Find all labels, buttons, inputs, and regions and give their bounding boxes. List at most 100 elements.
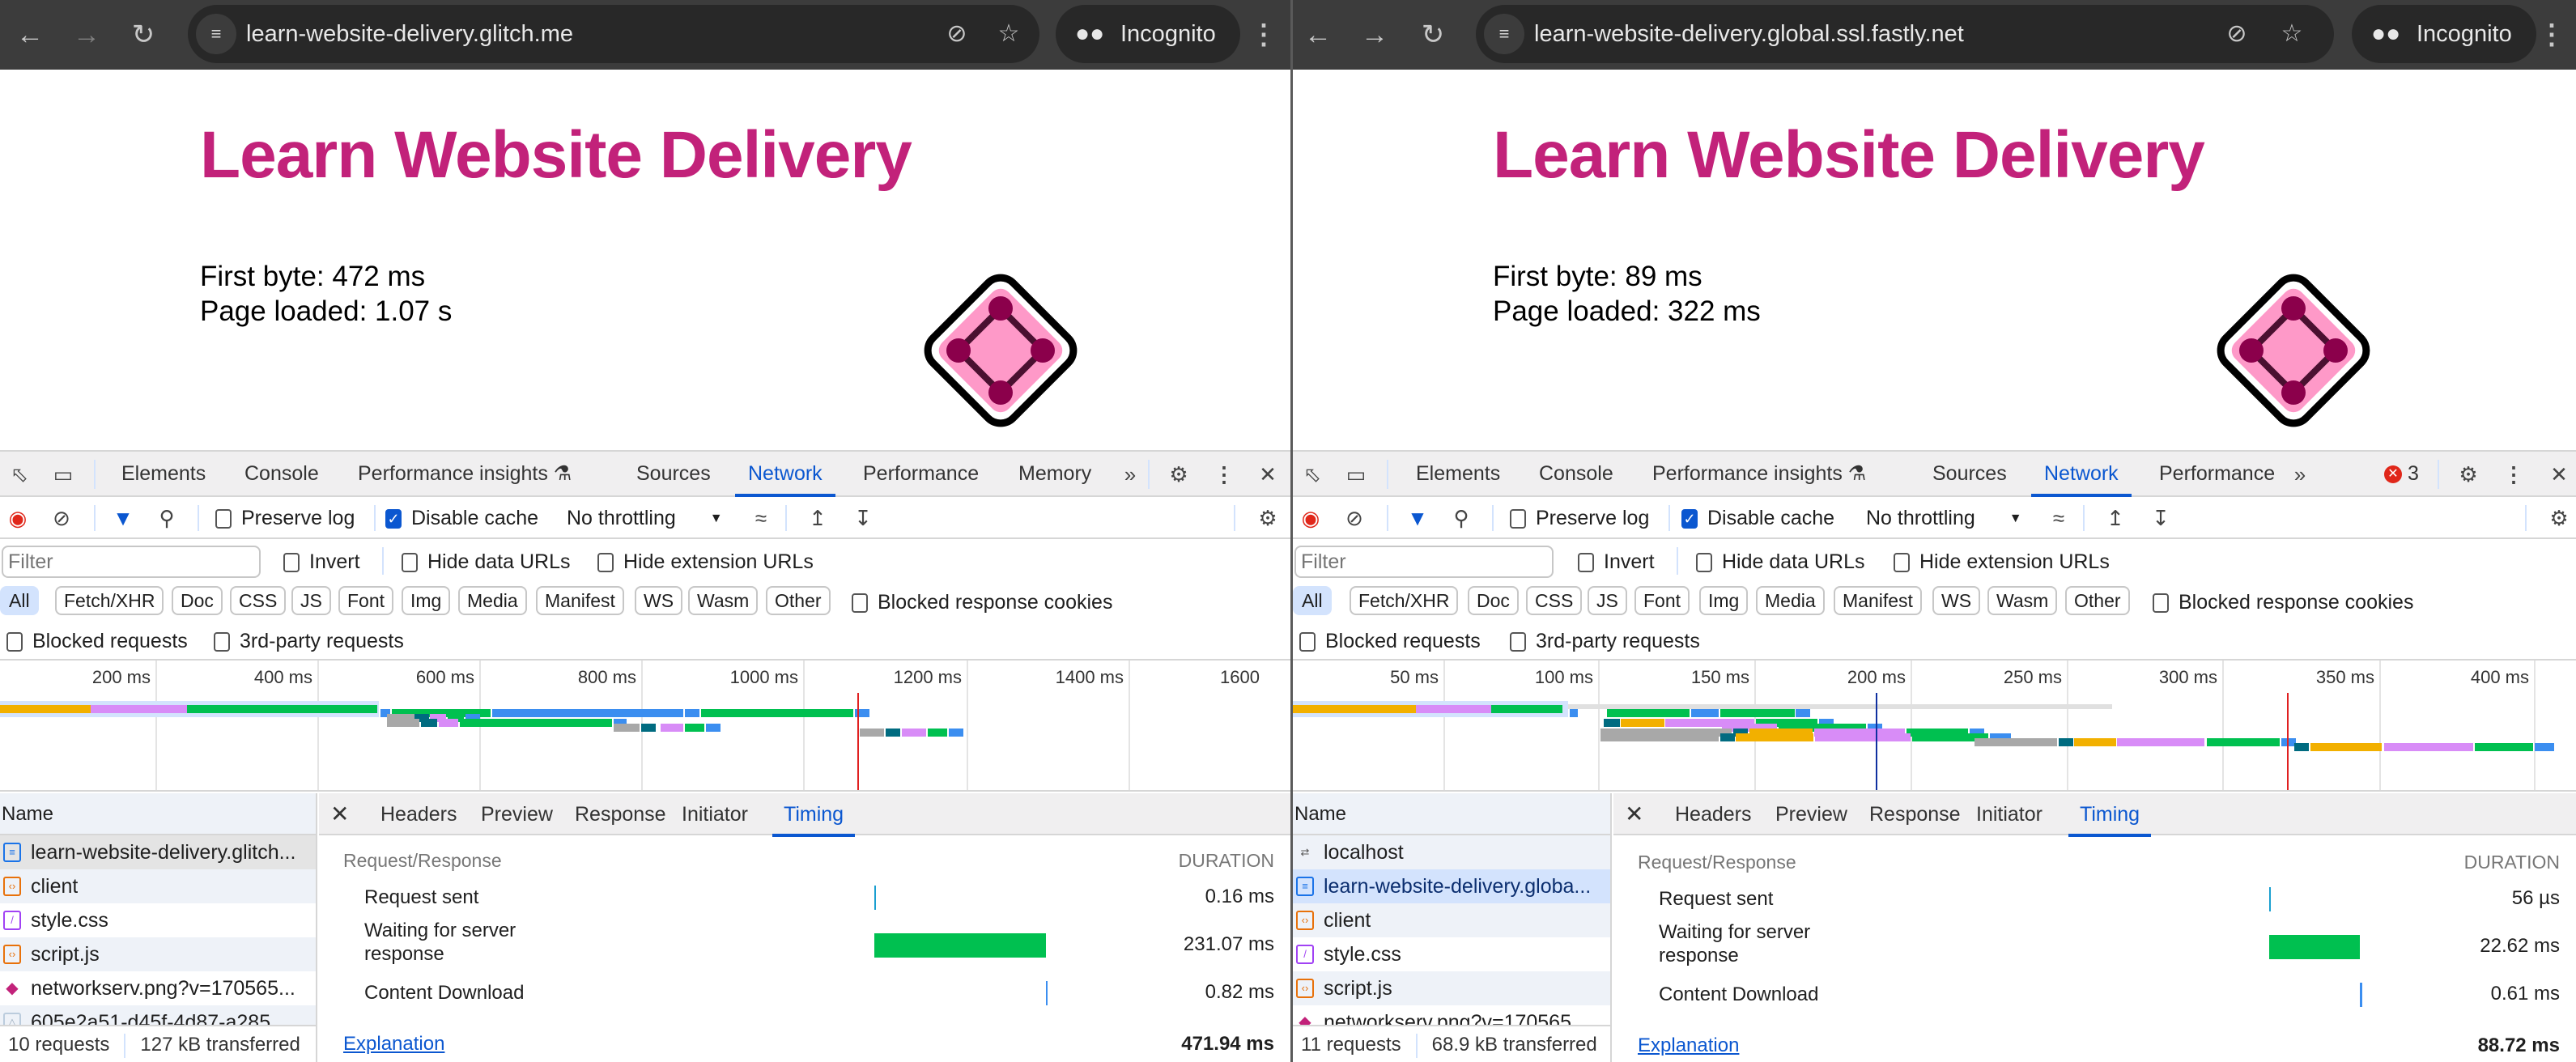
filter-funnel-icon[interactable]: ▼ <box>1401 502 1434 534</box>
chip-ws[interactable]: WS <box>1932 586 1981 615</box>
chip-manifest[interactable]: Manifest <box>536 586 624 615</box>
close-devtools-icon[interactable]: ✕ <box>1252 458 1284 491</box>
browser-menu-icon[interactable]: ⋮ <box>2538 15 2565 55</box>
network-settings-gear-icon[interactable]: ⚙ <box>1252 502 1284 534</box>
device-toolbar-icon[interactable]: ▭ <box>1340 458 1372 491</box>
tab-sources[interactable]: Sources <box>1932 452 2007 495</box>
invert-checkbox[interactable]: Invert <box>283 550 360 574</box>
devtools-menu-icon[interactable]: ⋮ <box>1208 458 1240 491</box>
tab-timing[interactable]: Timing <box>772 793 856 837</box>
export-har-icon[interactable]: ↧ <box>847 502 879 534</box>
tab-performance-insights[interactable]: Performance insights ⚗ <box>358 452 572 495</box>
request-row[interactable]: / style.css <box>1293 937 1610 971</box>
tab-elements[interactable]: Elements <box>1416 452 1500 495</box>
tab-performance-insights[interactable]: Performance insights ⚗ <box>1652 452 1866 495</box>
tab-performance[interactable]: Performance <box>2159 452 2275 495</box>
throttling-select[interactable]: No throttling ▼ <box>567 507 723 530</box>
request-row[interactable]: ‹› client <box>1293 903 1610 937</box>
request-row[interactable]: ≡ learn-website-delivery.glitch... <box>0 835 316 869</box>
chip-other[interactable]: Other <box>2065 586 2130 615</box>
explanation-link[interactable]: Explanation <box>343 1033 444 1056</box>
forward-arrow-icon[interactable]: → <box>66 15 107 55</box>
site-settings-icon[interactable]: ≡ <box>1484 14 1524 54</box>
request-row[interactable]: ‹› script.js <box>1293 971 1610 1005</box>
device-toolbar-icon[interactable]: ▭ <box>47 458 79 491</box>
request-row[interactable]: ⇄ localhost <box>1293 835 1610 869</box>
filter-input[interactable] <box>1294 546 1554 578</box>
request-row[interactable]: ‹› script.js <box>0 937 316 971</box>
blocked-requests-checkbox[interactable]: Blocked requests <box>6 630 188 653</box>
filter-input[interactable] <box>2 546 261 578</box>
tab-network[interactable]: Network <box>2031 452 2132 497</box>
chip-other[interactable]: Other <box>766 586 831 615</box>
request-row[interactable]: / style.css <box>0 903 316 937</box>
tab-response[interactable]: Response <box>575 793 666 835</box>
export-har-icon[interactable]: ↧ <box>2145 502 2177 534</box>
settings-gear-icon[interactable]: ⚙ <box>1163 458 1195 491</box>
inspect-element-icon[interactable]: ⬁ <box>3 458 36 491</box>
explanation-link[interactable]: Explanation <box>1638 1034 1739 1057</box>
chip-wasm[interactable]: Wasm <box>688 586 759 615</box>
clear-icon[interactable]: ⊘ <box>1338 502 1371 534</box>
invert-checkbox[interactable]: Invert <box>1578 550 1655 574</box>
search-icon[interactable]: ⚲ <box>151 502 183 534</box>
star-bookmark-icon[interactable]: ☆ <box>2274 16 2310 52</box>
chip-css[interactable]: CSS <box>230 586 287 615</box>
back-arrow-icon[interactable]: ← <box>1298 15 1338 55</box>
import-har-icon[interactable]: ↥ <box>801 502 834 534</box>
hide-data-urls-checkbox[interactable]: Hide data URLs <box>402 550 570 574</box>
tab-preview[interactable]: Preview <box>481 793 553 835</box>
tab-initiator[interactable]: Initiator <box>682 793 748 835</box>
chip-js[interactable]: JS <box>291 586 331 615</box>
disable-cache-checkbox[interactable]: ✓ Disable cache <box>385 507 538 530</box>
search-icon[interactable]: ⚲ <box>1445 502 1477 534</box>
eye-off-icon[interactable]: ⊘ <box>2219 16 2255 52</box>
inspect-element-icon[interactable]: ⬁ <box>1296 458 1328 491</box>
close-detail-icon[interactable]: ✕ <box>1625 793 1643 835</box>
chip-doc[interactable]: Doc <box>172 586 223 615</box>
tab-headers[interactable]: Headers <box>380 793 457 835</box>
error-count-badge[interactable]: ✕ 3 <box>2384 452 2419 495</box>
name-column-header[interactable]: Name <box>1293 793 1610 835</box>
chip-media[interactable]: Media <box>458 586 527 615</box>
chip-fetch-xhr[interactable]: Fetch/XHR <box>1350 586 1459 615</box>
tab-sources[interactable]: Sources <box>636 452 711 495</box>
network-overview-timeline[interactable]: 50 ms 100 ms 150 ms 200 ms 250 ms 300 ms… <box>1293 659 2576 792</box>
clear-icon[interactable]: ⊘ <box>45 502 78 534</box>
third-party-requests-checkbox[interactable]: 3rd-party requests <box>214 630 404 653</box>
back-arrow-icon[interactable]: ← <box>10 15 50 55</box>
more-tabs-chevron-icon[interactable]: » <box>1114 458 1146 491</box>
request-row[interactable]: ◆ networkserv.png?v=170565... <box>0 971 316 1005</box>
hide-extension-urls-checkbox[interactable]: Hide extension URLs <box>597 550 814 574</box>
tab-elements[interactable]: Elements <box>121 452 206 495</box>
url-text[interactable]: learn-website-delivery.glitch.me <box>246 5 573 63</box>
record-stop-icon[interactable]: ◉ <box>1294 502 1327 534</box>
forward-arrow-icon[interactable]: → <box>1354 15 1395 55</box>
chip-font[interactable]: Font <box>1634 586 1690 615</box>
address-bar[interactable]: ≡ learn-website-delivery.global.ssl.fast… <box>1476 5 2334 63</box>
chip-css[interactable]: CSS <box>1526 586 1583 615</box>
record-stop-icon[interactable]: ◉ <box>2 502 34 534</box>
tab-response[interactable]: Response <box>1869 793 1961 835</box>
close-detail-icon[interactable]: ✕ <box>330 793 349 835</box>
chip-font[interactable]: Font <box>338 586 394 615</box>
tab-performance[interactable]: Performance <box>863 452 979 495</box>
hide-data-urls-checkbox[interactable]: Hide data URLs <box>1696 550 1864 574</box>
url-text[interactable]: learn-website-delivery.global.ssl.fastly… <box>1534 5 1964 63</box>
reload-icon[interactable]: ↻ <box>1413 15 1453 55</box>
tab-initiator[interactable]: Initiator <box>1976 793 2043 835</box>
chip-all[interactable]: All <box>1293 586 1332 615</box>
chip-all[interactable]: All <box>0 586 39 615</box>
reload-icon[interactable]: ↻ <box>123 15 164 55</box>
blocked-requests-checkbox[interactable]: Blocked requests <box>1299 630 1481 653</box>
throttling-select[interactable]: No throttling ▼ <box>1866 507 2022 530</box>
star-bookmark-icon[interactable]: ☆ <box>991 16 1027 52</box>
tab-preview[interactable]: Preview <box>1775 793 1847 835</box>
tab-console[interactable]: Console <box>1539 452 1613 495</box>
settings-gear-icon[interactable]: ⚙ <box>2452 458 2485 491</box>
import-har-icon[interactable]: ↥ <box>2099 502 2132 534</box>
network-overview-timeline[interactable]: 200 ms 400 ms 600 ms 800 ms 1000 ms 1200… <box>0 659 1290 792</box>
blocked-response-cookies-checkbox[interactable]: Blocked response cookies <box>2153 591 2413 614</box>
network-conditions-icon[interactable]: ≈ <box>745 502 777 534</box>
address-bar[interactable]: ≡ learn-website-delivery.glitch.me ⊘ ☆ <box>188 5 1039 63</box>
